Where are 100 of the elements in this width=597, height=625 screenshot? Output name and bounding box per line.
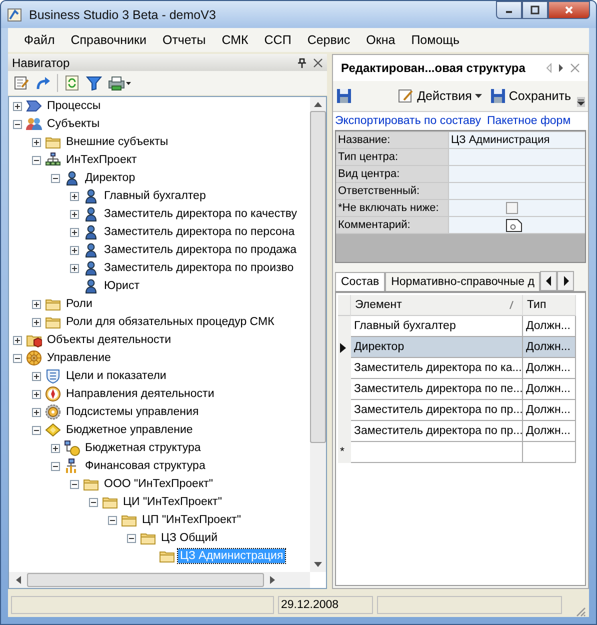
menu-item[interactable]: Окна (358, 33, 404, 47)
tree-item[interactable]: Заместитель директора по персона (102, 225, 297, 239)
table-cell: Должн... (523, 421, 576, 442)
menu-item[interactable]: СМК (214, 33, 256, 47)
new-row-cell[interactable] (523, 442, 576, 463)
column-header[interactable]: Элемент (351, 295, 523, 316)
edit-icon[interactable] (13, 75, 29, 91)
menu-item[interactable]: Сервис (299, 33, 358, 47)
menu-item[interactable]: Помощь (403, 33, 468, 47)
collapse-toggle[interactable] (127, 534, 136, 542)
tab-right-arrow-icon[interactable] (558, 63, 564, 73)
tree-item[interactable]: Роли (64, 297, 94, 311)
expand-toggle[interactable] (32, 390, 41, 398)
collapse-toggle[interactable] (51, 174, 60, 182)
tree-item[interactable]: Бюджетное управление (64, 423, 195, 437)
tab[interactable]: Нормативно-справочные д (385, 272, 540, 291)
filter-icon[interactable] (86, 75, 102, 91)
tree-item[interactable]: Директор (83, 171, 138, 185)
tree-item[interactable]: Подсистемы управления (64, 405, 201, 419)
note-icon[interactable] (506, 218, 522, 232)
tree-item[interactable]: Внешние субъекты (64, 135, 170, 149)
chevron-icon (26, 98, 42, 114)
property-field[interactable]: ЦЗ Администрация (448, 132, 585, 149)
expand-toggle[interactable] (32, 408, 41, 416)
scroll-down-icon[interactable] (314, 562, 322, 568)
tree-item[interactable]: ЦЗ Общий (159, 531, 220, 545)
menu-item[interactable]: Отчеты (154, 33, 214, 47)
printer-icon[interactable] (108, 75, 132, 91)
menu-item[interactable]: Справочники (62, 33, 154, 47)
expand-toggle[interactable] (70, 246, 79, 254)
tree-item[interactable]: ИнТехПроект (64, 153, 139, 167)
collapse-toggle[interactable] (51, 462, 60, 470)
minimize-button[interactable] (496, 1, 522, 19)
collapse-toggle[interactable] (32, 426, 41, 434)
tree-item[interactable]: Роли для обязательных процедур СМК (64, 315, 276, 329)
tree-item[interactable]: Цели и показатели (64, 369, 168, 383)
property-field[interactable] (448, 183, 585, 200)
tree-item[interactable]: Направления деятельности (64, 387, 216, 401)
property-field[interactable] (448, 166, 585, 183)
vertical-scrollbar[interactable] (310, 97, 326, 572)
save-icon[interactable] (336, 88, 352, 104)
collapse-toggle[interactable] (108, 516, 117, 524)
tree-item[interactable]: Субъекты (45, 117, 102, 131)
tree-item[interactable]: ЦИ "ИнТехПроект" (121, 495, 224, 509)
resize-grip-icon[interactable] (574, 605, 586, 617)
expand-toggle[interactable] (51, 444, 60, 452)
expand-toggle[interactable] (70, 228, 79, 236)
expand-toggle[interactable] (70, 192, 79, 200)
maximize-button[interactable] (522, 1, 548, 19)
column-header[interactable]: Тип (523, 295, 576, 316)
action-link[interactable]: Пакетное форм (487, 115, 571, 127)
scroll-right-button[interactable] (557, 271, 574, 291)
tree-item[interactable]: Заместитель директора по качеству (102, 207, 299, 221)
pin-icon[interactable] (297, 58, 307, 68)
refresh-icon[interactable] (64, 75, 80, 91)
tree-item[interactable]: ООО "ИнТехПроект" (102, 477, 215, 491)
tree-item[interactable]: Бюджетная структура (83, 441, 203, 455)
redo-icon[interactable] (35, 75, 51, 91)
collapse-toggle[interactable] (13, 120, 22, 128)
close-icon[interactable] (570, 63, 580, 73)
menu-item[interactable]: Файл (16, 33, 63, 47)
scroll-up-icon[interactable] (314, 101, 322, 107)
checkbox[interactable] (506, 202, 518, 214)
expand-toggle[interactable] (32, 300, 41, 308)
property-field[interactable] (448, 217, 585, 234)
tree-item[interactable]: Юрист (102, 279, 142, 293)
property-field[interactable] (448, 200, 585, 217)
action-link[interactable]: Экспортировать по составу (335, 115, 481, 127)
tab[interactable]: Состав (335, 272, 386, 291)
tree-item[interactable]: Объекты деятельности (45, 333, 173, 347)
tree-item[interactable]: Главный бухгалтер (102, 189, 208, 203)
tree-item[interactable]: Финансовая структура (83, 459, 208, 473)
expand-toggle[interactable] (32, 138, 41, 146)
collapse-toggle[interactable] (89, 498, 98, 506)
collapse-toggle[interactable] (32, 156, 41, 164)
menu-item[interactable]: ССП (256, 33, 300, 47)
property-field[interactable] (448, 149, 585, 166)
expand-toggle[interactable] (13, 336, 22, 344)
tree-item[interactable]: Заместитель директора по продажа (102, 243, 299, 257)
collapse-toggle[interactable] (70, 480, 79, 488)
horizontal-scrollbar[interactable] (9, 572, 310, 588)
expand-toggle[interactable] (70, 210, 79, 218)
scroll-right-icon[interactable] (270, 576, 276, 584)
actions-button[interactable]: Действия (396, 88, 484, 104)
expand-toggle[interactable] (32, 372, 41, 380)
close-icon[interactable] (313, 58, 323, 68)
save-button[interactable]: Сохранить (488, 88, 573, 104)
new-row-cell[interactable] (351, 442, 523, 463)
expand-toggle[interactable] (70, 264, 79, 272)
tree-item[interactable]: ЦП "ИнТехПроект" (140, 513, 243, 527)
tree-item[interactable]: Процессы (45, 99, 103, 113)
expand-toggle[interactable] (13, 102, 22, 110)
collapse-toggle[interactable] (13, 354, 22, 362)
tree-item[interactable]: Заместитель директора по произво (102, 261, 296, 275)
tree-item[interactable]: Управление (45, 351, 113, 365)
scroll-left-button[interactable] (540, 271, 558, 291)
overflow-icon[interactable] (577, 97, 585, 107)
scroll-left-icon[interactable] (15, 576, 21, 584)
close-button[interactable] (548, 1, 590, 19)
expand-toggle[interactable] (32, 318, 41, 326)
